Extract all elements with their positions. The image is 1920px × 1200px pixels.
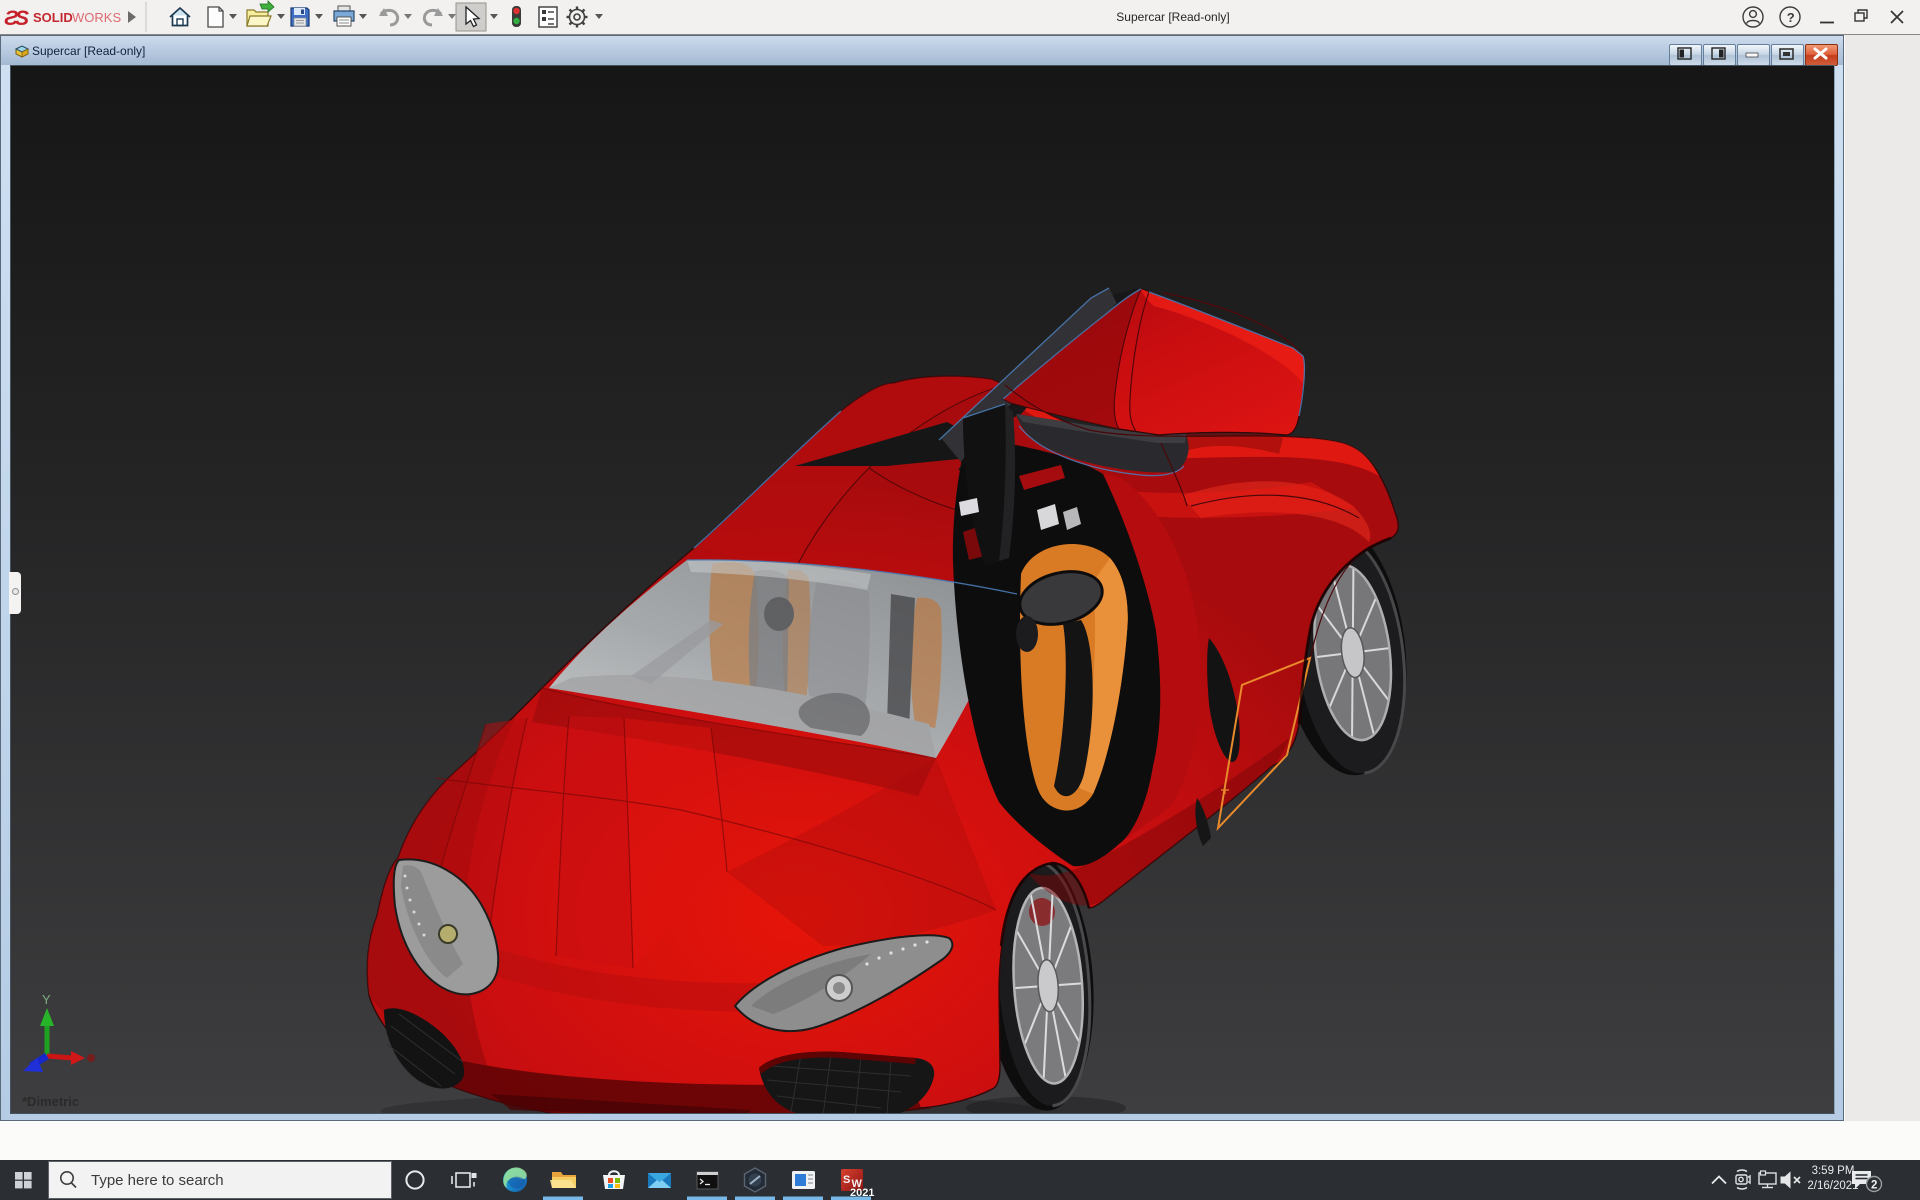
svg-text:SOLID: SOLID [33, 10, 73, 25]
svg-text:*Dimetric: *Dimetric [22, 1094, 79, 1109]
svg-text:S: S [15, 7, 29, 30]
svg-text:Y: Y [42, 992, 51, 1007]
svg-text:S: S [843, 1174, 850, 1186]
svg-text:?: ? [1787, 10, 1795, 25]
svg-text:WORKS: WORKS [72, 10, 121, 25]
svg-text:2: 2 [1871, 1180, 1877, 1192]
